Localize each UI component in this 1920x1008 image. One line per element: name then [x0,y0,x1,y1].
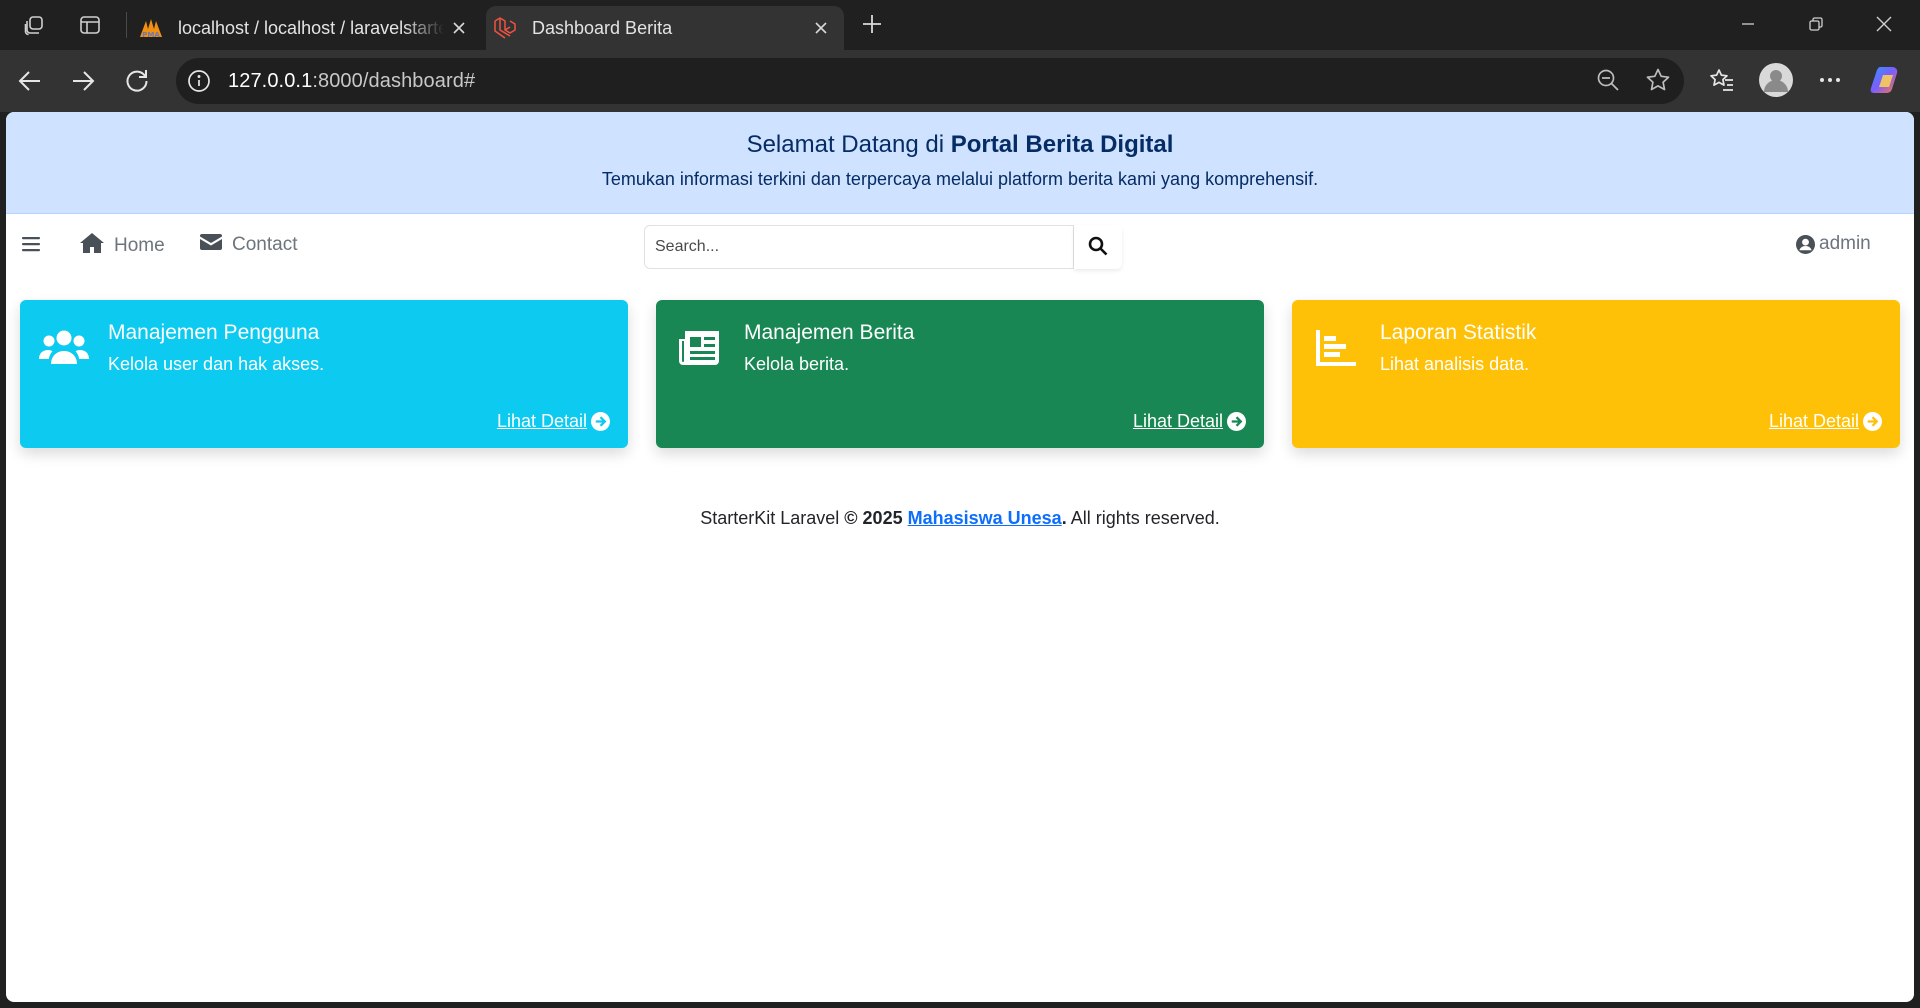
search-icon [1088,236,1108,259]
home-icon [80,233,114,259]
nav-link-contact[interactable]: Contact [200,233,297,257]
zoom-out-icon[interactable] [1590,62,1626,98]
tab-separator [126,12,127,38]
restore-icon[interactable] [1796,8,1836,40]
sidebar-toggle-button[interactable] [22,236,50,258]
link-label: Lihat Detail [1132,411,1223,431]
footer-prefix: StarterKit Laravel [700,508,845,528]
card-laporan-statistik: Laporan Statistik Lihat analisis data. L… [1292,300,1900,448]
user-circle-icon [1796,234,1819,254]
view-detail-link[interactable]: Lihat Detail [497,411,610,432]
address-bar[interactable]: 127.0.0.1:8000/dashboard# [176,58,1684,104]
browser-toolbar: 127.0.0.1:8000/dashboard# [0,50,1920,112]
nav-link-home[interactable]: Home [80,233,165,259]
close-window-icon[interactable] [1864,8,1904,40]
footer-suffix: All rights reserved. [1066,508,1220,528]
link-label: Lihat Detail [496,411,587,431]
browser-tab-bar: PMA localhost / localhost / laravelstart… [0,0,1920,50]
view-detail-link[interactable]: Lihat Detail [1133,411,1246,432]
newspaper-icon [674,326,726,370]
close-tab-icon[interactable] [444,13,474,43]
footer-author-link[interactable]: Mahasiswa Unesa [908,508,1062,528]
url-text: 127.0.0.1:8000/dashboard# [228,69,476,92]
card-subtitle: Kelola berita. [744,354,850,374]
tab-title: Dashboard Berita [532,17,673,38]
phpmyadmin-icon: PMA [138,15,164,41]
forward-icon[interactable] [64,62,102,100]
back-icon[interactable] [11,62,49,100]
bars-icon [22,236,50,258]
search-form [644,225,1122,269]
tab-title: localhost / localhost / laravelstarterki… [178,17,444,38]
card-title: Manajemen Pengguna [108,321,320,344]
close-tab-icon[interactable] [806,13,836,43]
chart-bar-icon [1310,326,1362,370]
card-subtitle: Kelola user dan hak akses. [108,354,325,374]
card-title: Laporan Statistik [1380,321,1537,344]
users-icon [38,326,90,370]
arrow-circle-right-icon [1223,412,1246,431]
profile-avatar[interactable] [1758,62,1794,98]
tab-phpmyadmin[interactable]: PMA localhost / localhost / laravelstart… [132,6,482,50]
copilot-icon[interactable] [1868,62,1904,98]
page-footer: StarterKit Laravel © 2025 Mahasiswa Unes… [700,508,1220,528]
user-menu[interactable]: admin [1796,233,1871,255]
arrow-circle-right-icon [587,412,610,431]
card-manajemen-berita: Manajemen Berita Kelola berita. Lihat De… [656,300,1264,448]
favorites-icon[interactable] [1704,62,1740,98]
laravel-icon [492,15,518,41]
card-manajemen-pengguna: Manajemen Pengguna Kelola user dan hak a… [20,300,628,448]
favorite-star-icon[interactable] [1640,62,1676,98]
envelope-icon [200,233,232,257]
site-info-icon[interactable] [186,68,212,94]
nav-link-label: Home [114,235,165,256]
tab-actions-icon[interactable] [74,9,106,41]
search-input[interactable] [644,225,1074,269]
new-tab-icon[interactable] [856,8,888,40]
view-detail-link[interactable]: Lihat Detail [1769,411,1882,432]
reload-icon[interactable] [118,62,156,100]
card-subtitle: Lihat analisis data. [1380,354,1530,374]
banner-title: Selamat Datang di Portal Berita Digital [746,131,1174,158]
tab-dashboard-berita[interactable]: Dashboard Berita [486,6,844,50]
page-viewport: Selamat Datang di Portal Berita Digital … [6,112,1914,1002]
link-label: Lihat Detail [1768,411,1859,431]
arrow-circle-right-icon [1859,412,1882,431]
svg-text:PMA: PMA [142,31,160,39]
user-name: admin [1819,233,1871,254]
card-title: Manajemen Berita [744,321,915,344]
more-options-icon[interactable] [1812,62,1848,98]
footer-copyright: © 2025 [844,508,903,528]
minimize-icon[interactable] [1728,8,1768,40]
nav-link-label: Contact [232,234,298,255]
workspaces-icon[interactable] [18,9,50,41]
banner-subtitle: Temukan informasi terkini dan terpercaya… [601,169,1319,189]
welcome-banner: Selamat Datang di Portal Berita Digital … [6,112,1914,214]
search-button[interactable] [1074,225,1122,269]
